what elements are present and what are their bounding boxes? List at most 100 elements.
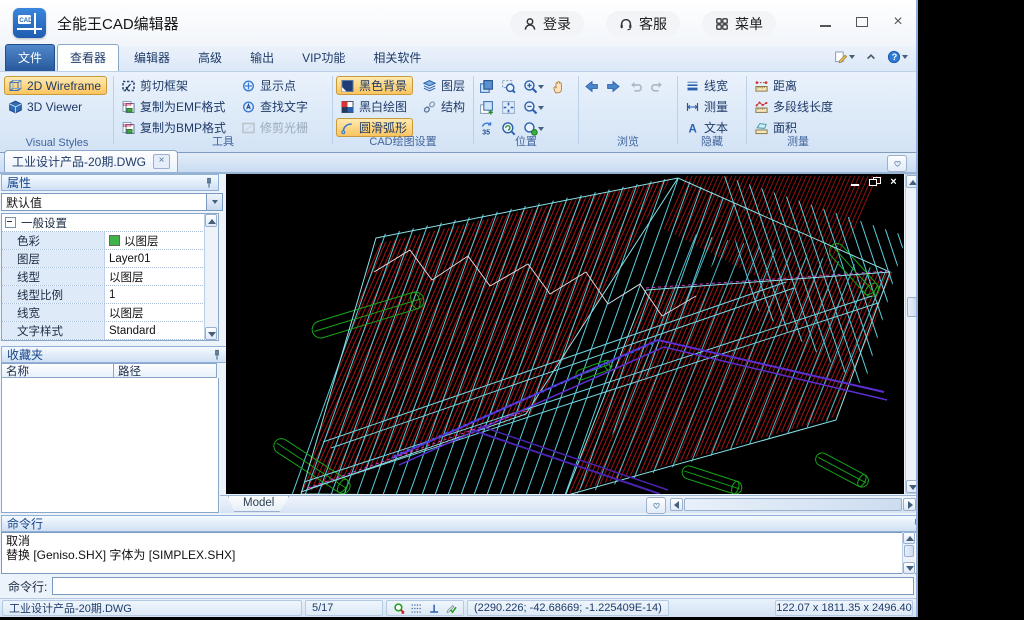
property-row[interactable]: 色彩以图层 xyxy=(2,232,205,250)
show-points-button[interactable]: 显示点 xyxy=(237,76,314,95)
redo-button[interactable] xyxy=(648,77,667,96)
scroll-up-button[interactable] xyxy=(906,175,918,188)
property-row[interactable]: 图层Layer01 xyxy=(2,250,205,268)
zoom-extents-button[interactable] xyxy=(499,98,518,117)
bw-drawing-button[interactable]: 黑白绘图 xyxy=(336,97,413,116)
scrollbar-thumb[interactable] xyxy=(904,545,914,557)
property-section-row[interactable]: 一般设置 xyxy=(2,214,205,232)
tab-list-button[interactable] xyxy=(887,155,907,172)
layout-list-button[interactable] xyxy=(646,497,666,514)
document-close-button[interactable]: × xyxy=(153,154,170,169)
zoom-window-button[interactable] xyxy=(499,77,518,96)
scroll-up-button[interactable] xyxy=(903,532,915,544)
drawing-canvas[interactable]: × xyxy=(226,174,904,494)
mdi-minimize-button[interactable] xyxy=(850,177,861,187)
scroll-down-button[interactable] xyxy=(906,480,918,493)
scrollbar-thumb[interactable] xyxy=(907,297,917,317)
pin-icon[interactable] xyxy=(203,177,215,189)
measure-polyline-button[interactable]: 多段线长度 xyxy=(750,97,839,116)
tab-viewer[interactable]: 查看器 xyxy=(57,44,119,71)
hide-measure-button[interactable]: 测量 xyxy=(681,97,734,116)
property-filter-combobox[interactable]: 默认值 xyxy=(1,193,223,211)
property-label: 线宽 xyxy=(2,304,105,321)
login-button[interactable]: 登录 xyxy=(510,11,584,37)
scrollbar-thumb[interactable] xyxy=(684,498,902,511)
aleft-icon xyxy=(584,79,599,94)
tab-related[interactable]: 相关软件 xyxy=(360,44,434,71)
ribbon-group-label: 工具 xyxy=(117,133,329,149)
close-button[interactable]: × xyxy=(890,13,906,31)
tab-editor[interactable]: 编辑器 xyxy=(121,44,183,71)
pin-icon[interactable] xyxy=(211,349,223,361)
zoom-in-button[interactable] xyxy=(521,77,546,96)
status-extents: 2122.07 x 1811.35 x 2496.403 xyxy=(775,600,913,616)
property-value[interactable]: 以图层 xyxy=(105,305,205,321)
property-value[interactable]: 以图层 xyxy=(105,269,205,285)
document-tab[interactable]: 工业设计产品-20期.DWG × xyxy=(4,150,178,172)
pan-hand-button[interactable] xyxy=(549,77,568,96)
undo-button[interactable] xyxy=(626,77,645,96)
favorites-list[interactable] xyxy=(1,378,219,513)
menu-button[interactable]: 菜单 xyxy=(702,11,776,37)
button-label: 查找文字 xyxy=(260,98,308,115)
grid-icon[interactable] xyxy=(410,602,422,615)
copy-view-button[interactable] xyxy=(477,98,496,117)
find-text-button[interactable]: 查找文字 xyxy=(237,97,314,116)
draft-check-icon[interactable] xyxy=(445,602,457,615)
object-snap-icon[interactable] xyxy=(393,602,405,615)
view-forward-button[interactable] xyxy=(604,77,623,96)
view-back-button[interactable] xyxy=(582,77,601,96)
command-history[interactable]: 取消替换 [Geniso.SHX] 字体为 [SIMPLEX.SHX] xyxy=(1,532,917,574)
property-row[interactable]: 线型以图层 xyxy=(2,268,205,286)
2d-wireframe-button[interactable]: 2D Wireframe xyxy=(4,76,107,95)
structure-button[interactable]: 结构 xyxy=(418,97,471,116)
copy-emf-button[interactable]: EMF复制为EMF格式 xyxy=(117,97,232,116)
layers-button[interactable]: 图层 xyxy=(418,76,471,95)
combobox-arrow-button[interactable] xyxy=(206,194,222,210)
customer-service-button[interactable]: 客服 xyxy=(606,11,680,37)
measure-distance-button[interactable]: 距离 xyxy=(750,76,839,95)
model-tab[interactable]: Model xyxy=(228,496,289,512)
command-input[interactable] xyxy=(52,577,914,595)
property-value[interactable]: Standard xyxy=(105,325,205,337)
black-background-button[interactable]: 黑色背景 xyxy=(336,76,413,95)
tab-vip[interactable]: VIP功能 xyxy=(289,44,358,71)
command-scrollbar[interactable] xyxy=(902,532,915,574)
3d-viewer-button[interactable]: 3D Viewer xyxy=(4,97,107,116)
property-row[interactable]: 线宽以图层 xyxy=(2,304,205,322)
collapse-ribbon-button[interactable] xyxy=(864,50,878,64)
tab-advanced[interactable]: 高级 xyxy=(185,44,235,71)
collapse-toggle-icon[interactable] xyxy=(5,217,16,228)
property-row[interactable]: 文字样式Standard xyxy=(2,322,205,340)
property-value[interactable]: 以图层 xyxy=(105,233,205,249)
property-value[interactable]: 1 xyxy=(105,289,205,301)
tab-file[interactable]: 文件 xyxy=(5,44,55,71)
properties-scrollbar[interactable] xyxy=(204,214,218,340)
cut-frame-button[interactable]: 剪切框架 xyxy=(117,76,232,95)
move-view-button[interactable] xyxy=(477,77,496,96)
scroll-right-button[interactable] xyxy=(903,498,916,511)
mdi-close-button[interactable]: × xyxy=(888,177,899,187)
annotate-button[interactable] xyxy=(834,50,855,64)
tab-output[interactable]: 输出 xyxy=(237,44,287,71)
scroll-up-button[interactable] xyxy=(205,214,217,227)
scroll-down-button[interactable] xyxy=(205,327,217,340)
scroll-left-button[interactable] xyxy=(670,498,683,511)
canvas-vertical-scrollbar[interactable] xyxy=(905,174,918,494)
hide-lineweight-button[interactable]: 线宽 xyxy=(681,76,734,95)
favorites-path-column[interactable]: 路径 xyxy=(114,364,216,377)
scroll-down-button[interactable] xyxy=(903,562,915,574)
zoom-out-button[interactable] xyxy=(521,98,546,117)
favorites-name-column[interactable]: 名称 xyxy=(2,364,114,377)
canvas-horizontal-scrollbar[interactable] xyxy=(670,496,916,513)
button-label: 测量 xyxy=(704,98,728,115)
ortho-icon[interactable] xyxy=(428,602,440,615)
mdi-restore-button[interactable] xyxy=(869,177,880,187)
ribbon-group-label: 浏览 xyxy=(582,133,674,149)
help-button[interactable]: ? xyxy=(887,50,908,64)
property-value[interactable]: Layer01 xyxy=(105,253,205,265)
maximize-button[interactable] xyxy=(854,13,870,31)
minimize-button[interactable] xyxy=(818,13,834,31)
pin-icon[interactable] xyxy=(911,518,918,530)
property-row[interactable]: 线型比例1 xyxy=(2,286,205,304)
